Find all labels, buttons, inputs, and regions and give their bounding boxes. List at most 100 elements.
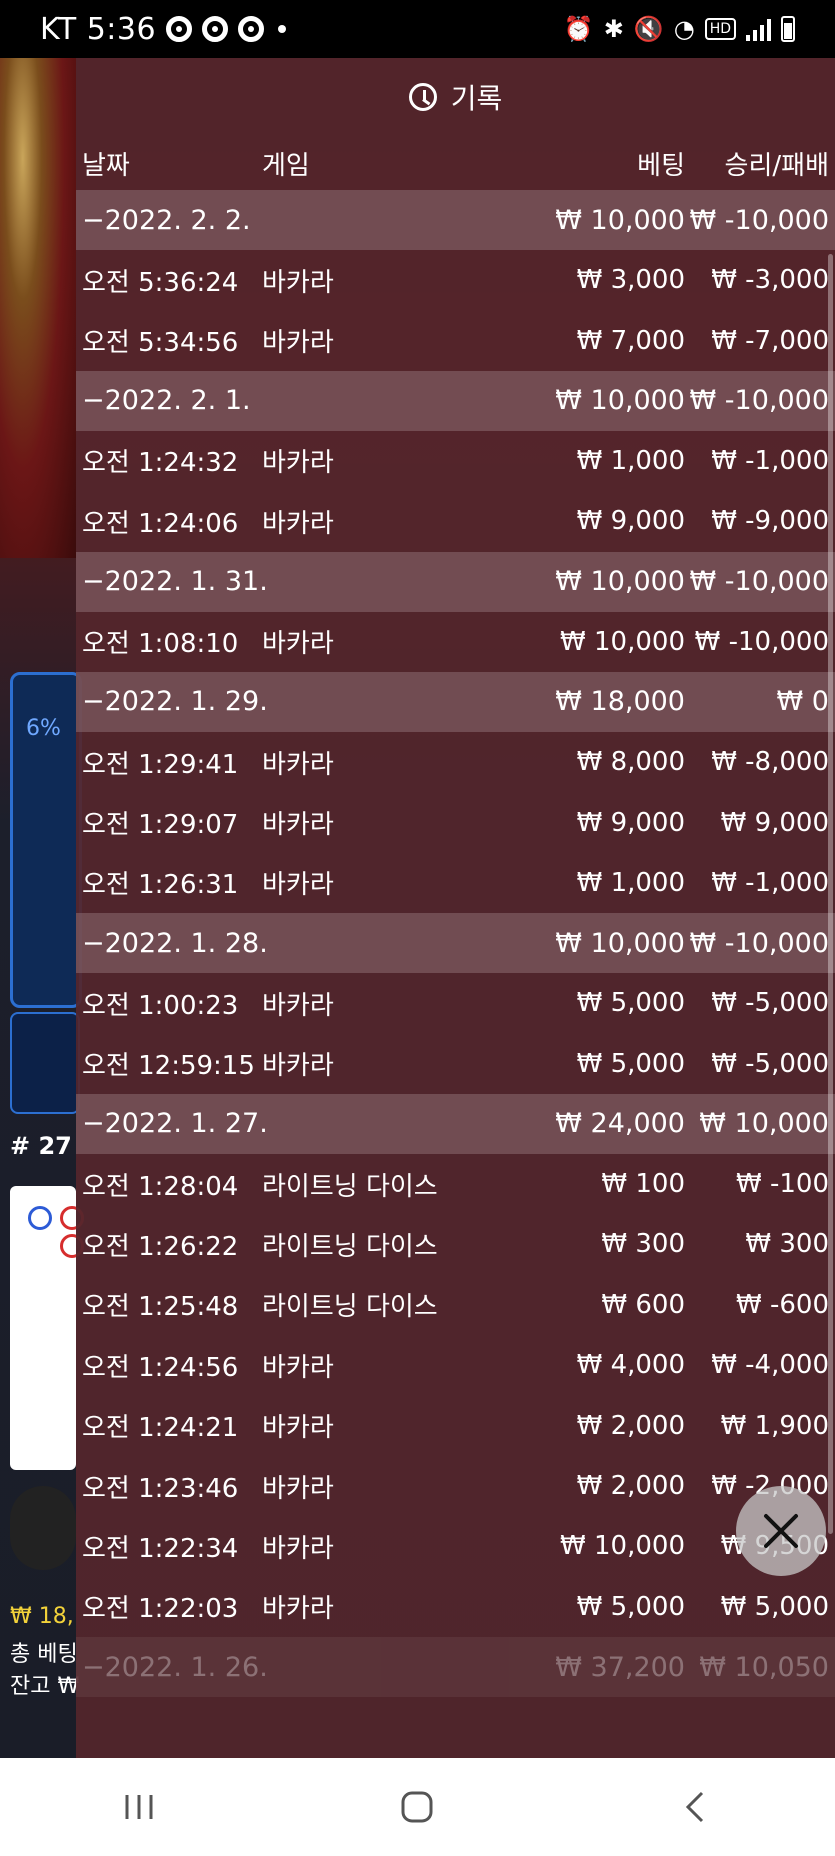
chrome-notification-icon [202, 16, 229, 42]
row-bet: ₩ 8,000 [576, 747, 685, 778]
group-date: −2022. 1. 27. [82, 1108, 268, 1140]
history-row[interactable]: 오전 1:23:46 바카라 ₩ 2,000 ₩ -2,000 [76, 1456, 835, 1516]
row-game: 라이트닝 다이스 [262, 1171, 438, 1202]
group-bet: ₩ 10,000 [555, 204, 685, 236]
history-row[interactable]: 오전 1:24:21 바카라 ₩ 2,000 ₩ 1,900 [76, 1395, 835, 1455]
row-game: 바카라 [262, 1594, 334, 1625]
row-time: 오전 1:29:07 [82, 810, 239, 841]
date-group-row[interactable]: −2022. 1. 29. ₩ 18,000 ₩ 0 [76, 671, 835, 732]
history-row[interactable]: 오전 1:22:03 바카라 ₩ 5,000 ₩ 5,000 [76, 1577, 835, 1637]
history-row[interactable]: 오전 1:08:10 바카라 ₩ 10,000 ₩ -10,000 [76, 612, 835, 672]
clock: 5:36 [86, 11, 157, 47]
row-game: 바카라 [262, 448, 334, 479]
history-row[interactable]: 오전 1:24:56 바카라 ₩ 4,000 ₩ -4,000 [76, 1335, 835, 1395]
row-time: 오전 1:26:31 [82, 870, 239, 901]
row-time: 오전 1:26:22 [82, 1231, 239, 1262]
home-icon[interactable] [397, 1787, 437, 1827]
history-row[interactable]: 오전 1:29:07 바카라 ₩ 9,000 ₩ 9,000 [76, 792, 835, 852]
history-row[interactable]: 오전 1:24:06 바카라 ₩ 9,000 ₩ -9,000 [76, 491, 835, 551]
back-icon[interactable] [676, 1787, 716, 1827]
remaining-balance-label: 잔고 ₩ [10, 1674, 80, 1699]
row-game: 바카라 [262, 749, 334, 780]
header-game: 게임 [262, 150, 310, 181]
chrome-notification-icon [166, 16, 193, 42]
bluetooth-icon: ✱ [603, 15, 624, 43]
row-bet: ₩ 2,000 [576, 1410, 685, 1441]
row-time: 오전 5:34:56 [82, 328, 239, 359]
row-game: 바카라 [262, 1352, 334, 1383]
row-game: 바카라 [262, 990, 334, 1021]
date-group-row[interactable]: −2022. 1. 26. ₩ 37,200 ₩ 10,050 [76, 1637, 835, 1698]
row-time: 오전 1:29:41 [82, 749, 239, 780]
row-time: 오전 1:28:04 [82, 1171, 239, 1202]
group-date: −2022. 1. 29. [82, 686, 268, 718]
history-row[interactable]: 오전 1:24:32 바카라 ₩ 1,000 ₩ -1,000 [76, 431, 835, 491]
date-group-row[interactable]: −2022. 2. 2. ₩ 10,000 ₩ -10,000 [76, 190, 835, 250]
timer-percent: 6% [26, 716, 61, 741]
history-row[interactable]: 오전 1:22:34 바카라 ₩ 10,000 ₩ 9,500 [76, 1516, 835, 1576]
row-result: ₩ -1,000 [711, 445, 829, 476]
history-row[interactable]: 오전 1:26:22 라이트닝 다이스 ₩ 300 ₩ 300 [76, 1214, 835, 1274]
group-date: −2022. 1. 28. [82, 927, 268, 959]
row-bet: ₩ 5,000 [576, 1048, 685, 1079]
row-game: 바카라 [262, 1533, 334, 1564]
history-row[interactable]: 오전 1:25:48 라이트닝 다이스 ₩ 600 ₩ -600 [76, 1275, 835, 1335]
group-bet: ₩ 18,000 [555, 686, 685, 718]
row-result: ₩ -8,000 [711, 747, 829, 778]
history-row[interactable]: 오전 1:00:23 바카라 ₩ 5,000 ₩ -5,000 [76, 973, 835, 1033]
casino-table-image [0, 58, 76, 558]
row-result: ₩ -7,000 [711, 325, 829, 356]
scrollbar[interactable] [828, 254, 833, 1534]
row-time: 오전 1:22:03 [82, 1594, 239, 1625]
date-group-row[interactable]: −2022. 2. 1. ₩ 10,000 ₩ -10,000 [76, 370, 835, 431]
group-date: −2022. 2. 1. [82, 385, 251, 417]
group-date: −2022. 1. 31. [82, 566, 268, 598]
status-right: ⏰ ✱ 🔇 ◔ HD [564, 15, 835, 43]
row-result: ₩ -5,000 [711, 1048, 829, 1079]
round-number: # 27 [10, 1132, 72, 1160]
history-row[interactable]: 오전 12:59:15 바카라 ₩ 5,000 ₩ -5,000 [76, 1034, 835, 1094]
row-bet: ₩ 1,000 [576, 445, 685, 476]
group-date: −2022. 2. 2. [82, 204, 251, 236]
date-group-row[interactable]: −2022. 1. 27. ₩ 24,000 ₩ 10,000 [76, 1093, 835, 1154]
history-row[interactable]: 오전 1:26:31 바카라 ₩ 1,000 ₩ -1,000 [76, 853, 835, 913]
row-time: 오전 1:25:48 [82, 1292, 239, 1323]
row-result: ₩ 9,000 [720, 807, 829, 838]
system-nav-bar [0, 1758, 835, 1856]
total-bet-label: 총 베팅 [10, 1642, 78, 1667]
row-bet: ₩ 1,000 [576, 867, 685, 898]
history-row[interactable]: 오전 5:34:56 바카라 ₩ 7,000 ₩ -7,000 [76, 310, 835, 370]
row-result: ₩ 5,000 [720, 1591, 829, 1622]
chip-button[interactable] [10, 1486, 76, 1570]
game-action-button[interactable] [10, 1012, 80, 1114]
row-bet: ₩ 600 [601, 1289, 685, 1320]
row-bet: ₩ 5,000 [576, 988, 685, 1019]
row-time: 오전 1:24:06 [82, 508, 239, 539]
group-result: ₩ -10,000 [689, 385, 830, 417]
recent-apps-icon[interactable] [119, 1789, 159, 1825]
history-row[interactable]: 오전 1:29:41 바카라 ₩ 8,000 ₩ -8,000 [76, 732, 835, 792]
row-result: ₩ -5,000 [711, 988, 829, 1019]
row-result: ₩ -3,000 [711, 265, 829, 296]
balance-amount: ₩ 18, [10, 1604, 74, 1629]
history-row[interactable]: 오전 1:28:04 라이트닝 다이스 ₩ 100 ₩ -100 [76, 1154, 835, 1214]
close-button[interactable] [736, 1486, 826, 1576]
row-bet: ₩ 5,000 [576, 1591, 685, 1622]
alarm-icon: ⏰ [563, 15, 594, 43]
group-bet: ₩ 10,000 [555, 566, 685, 598]
row-bet: ₩ 4,000 [576, 1350, 685, 1381]
row-time: 오전 1:08:10 [82, 629, 239, 660]
history-list[interactable]: −2022. 2. 2. ₩ 10,000 ₩ -10,000 오전 5:36:… [76, 190, 835, 1698]
date-group-row[interactable]: −2022. 1. 28. ₩ 10,000 ₩ -10,000 [76, 913, 835, 974]
group-result: ₩ -10,000 [689, 566, 830, 598]
row-bet: ₩ 9,000 [576, 807, 685, 838]
signal-icon [746, 17, 771, 41]
row-result: ₩ -600 [736, 1289, 829, 1320]
row-result: ₩ 1,900 [720, 1410, 829, 1441]
row-bet: ₩ 300 [601, 1229, 685, 1260]
row-result: ₩ -4,000 [711, 1350, 829, 1381]
history-row[interactable]: 오전 5:36:24 바카라 ₩ 3,000 ₩ -3,000 [76, 250, 835, 310]
group-bet: ₩ 10,000 [555, 927, 685, 959]
row-bet: ₩ 3,000 [576, 265, 685, 296]
date-group-row[interactable]: −2022. 1. 31. ₩ 10,000 ₩ -10,000 [76, 551, 835, 612]
